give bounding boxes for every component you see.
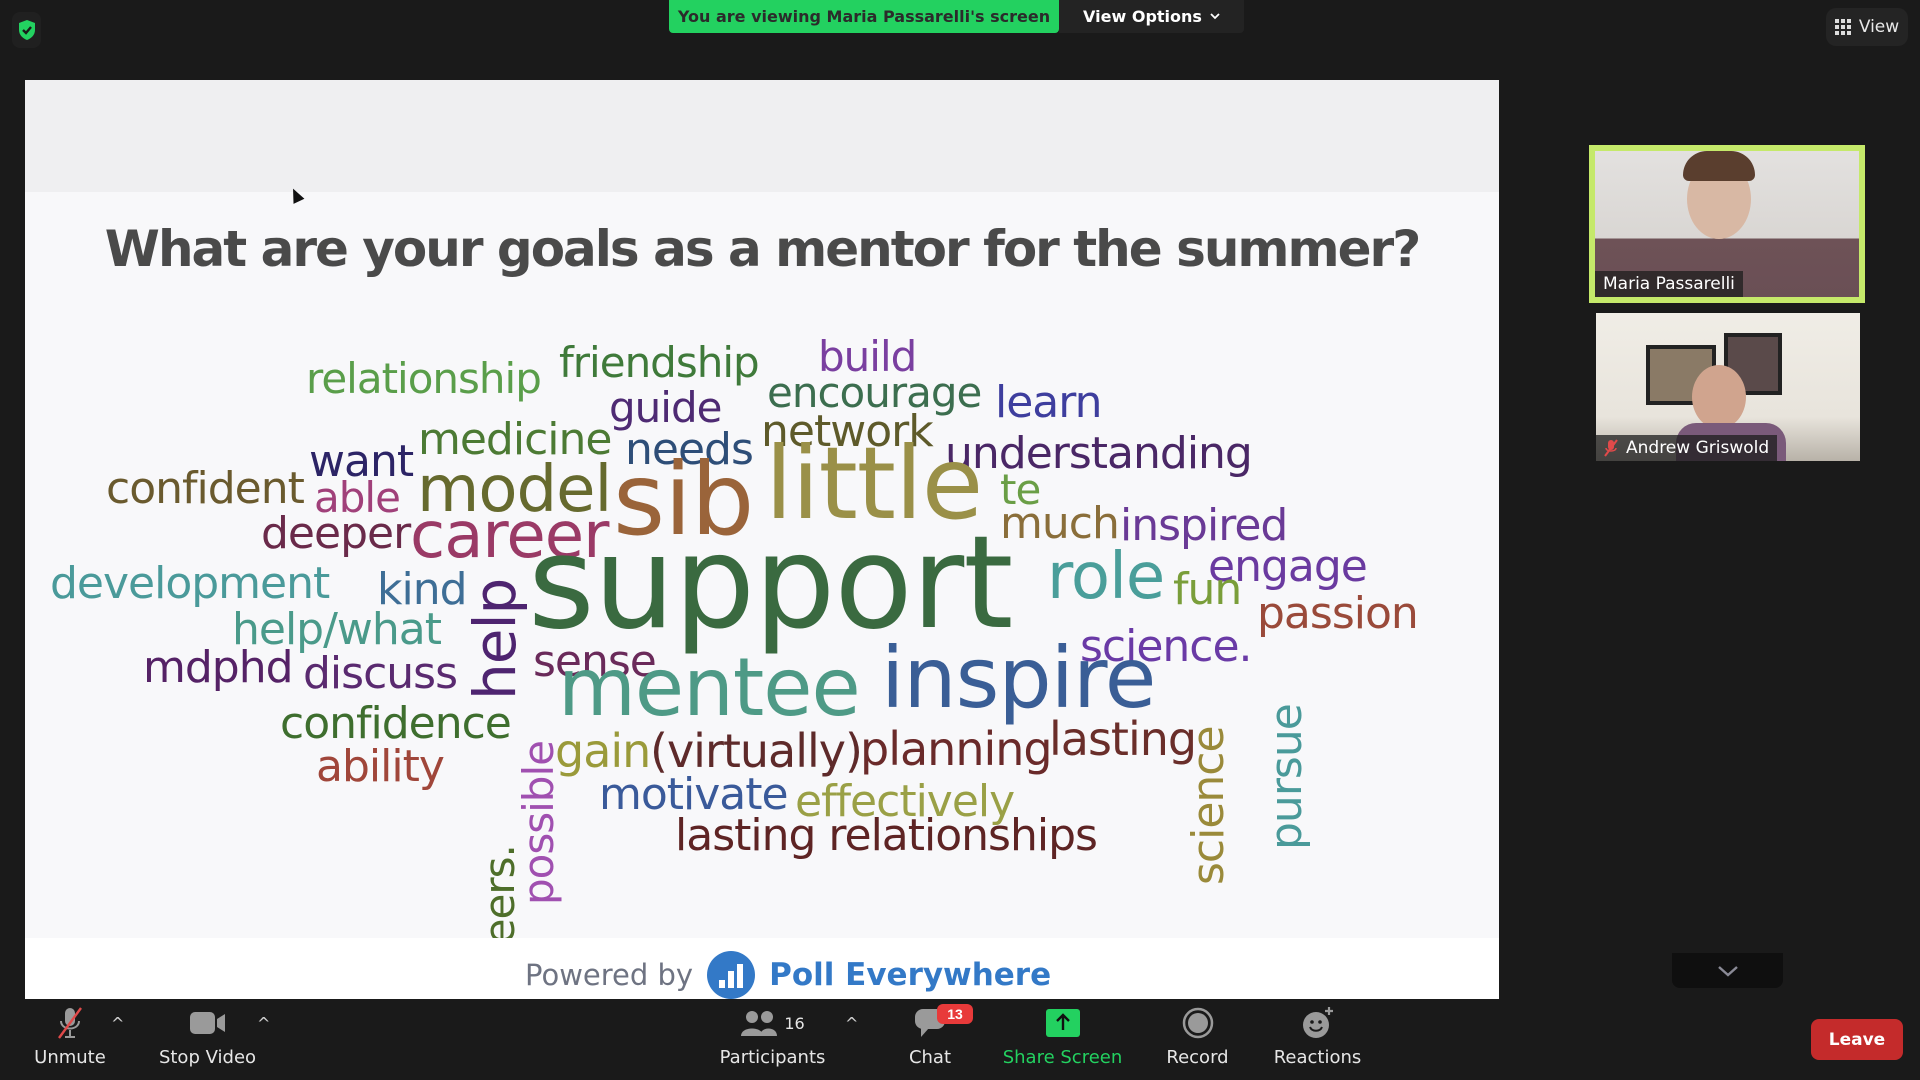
chat-unread-badge: 13 — [937, 1004, 973, 1024]
unmute-label: Unmute — [34, 1047, 106, 1068]
record-icon — [1182, 1007, 1213, 1039]
chat-label: Chat — [908, 1047, 952, 1068]
share-screen-button[interactable]: Share Screen — [1000, 1005, 1125, 1080]
word-cloud-word: confident — [106, 463, 305, 514]
video-tile-andrew-griswold[interactable]: Andrew Griswold — [1596, 313, 1860, 461]
word-cloud-word: (virtually) — [650, 724, 863, 778]
participants-icon — [741, 1011, 778, 1036]
word-cloud-word: pursue — [1261, 704, 1312, 850]
participants-label: Participants — [719, 1047, 826, 1068]
powered-by-label: Powered by — [525, 958, 694, 992]
word-cloud-word: help — [461, 578, 529, 700]
word-cloud-word: inspire — [881, 629, 1156, 727]
poll-everywhere-branding: Powered by Poll Everywhere — [525, 950, 1051, 999]
grid-icon — [1834, 19, 1851, 35]
stop-video-button[interactable]: Stop Video — [155, 1005, 260, 1080]
word-cloud-word: ability — [316, 741, 445, 792]
brand-name: Poll Everywhere — [769, 957, 1052, 993]
word-cloud-word: passion — [1257, 588, 1419, 639]
reactions-label: Reactions — [1273, 1047, 1362, 1068]
word-cloud-word: gain — [555, 724, 651, 778]
word-cloud-word: development — [50, 558, 330, 609]
unmute-button[interactable]: Unmute — [30, 1005, 110, 1080]
word-cloud-word: fun — [1173, 564, 1242, 615]
poll-everywhere-logo-icon — [707, 951, 756, 999]
word-cloud-word: lasting relationships — [675, 810, 1098, 861]
participants-count: 16 — [784, 1013, 805, 1033]
share-screen-label: Share Screen — [1002, 1047, 1123, 1068]
word-cloud-word: friendship — [559, 338, 760, 387]
audio-options-caret[interactable]: ^ — [111, 1014, 124, 1033]
word-cloud-word: deeper — [261, 508, 411, 559]
word-cloud-word: learn — [995, 377, 1102, 428]
view-layout-button[interactable]: View — [1826, 8, 1908, 46]
participant-name-label: Maria Passarelli — [1595, 271, 1743, 297]
word-cloud-word: lasting — [1049, 712, 1197, 766]
participant-video-feed — [1692, 365, 1746, 429]
poll-question-title: What are your goals as a mentor for the … — [104, 220, 1421, 278]
shared-screen-slide: What are your goals as a mentor for the … — [25, 80, 1499, 999]
participants-button[interactable]: 16 Participants — [720, 1005, 825, 1080]
stop-video-label: Stop Video — [158, 1047, 257, 1068]
view-options-button[interactable]: View Options — [1059, 0, 1244, 33]
reactions-smiley-icon — [1302, 1007, 1333, 1038]
muted-mic-icon — [1604, 439, 1618, 457]
word-cloud-word: relationship — [306, 354, 542, 403]
participants-options-caret[interactable]: ^ — [845, 1014, 858, 1033]
word-cloud-word: mentee — [558, 641, 861, 734]
record-button[interactable]: Record — [1160, 1005, 1235, 1080]
participant-hair — [1683, 151, 1755, 181]
scroll-down-participants-button[interactable] — [1672, 953, 1783, 988]
word-cloud-word: guide — [609, 383, 722, 432]
view-label: View — [1858, 17, 1900, 37]
word-cloud-word: understanding — [945, 428, 1253, 479]
word-cloud-word: discuss — [303, 648, 458, 699]
reactions-button[interactable]: Reactions — [1270, 1005, 1365, 1080]
word-cloud-word: planning — [860, 722, 1053, 776]
word-cloud-word: mdphd — [143, 642, 294, 693]
view-options-label: View Options — [1083, 7, 1202, 26]
chevron-down-icon — [1210, 13, 1220, 20]
word-cloud-word: possible — [514, 741, 563, 905]
record-label: Record — [1166, 1047, 1229, 1068]
share-screen-arrow-icon — [1045, 1009, 1080, 1037]
leave-meeting-button[interactable]: Leave — [1811, 1019, 1903, 1060]
video-tile-maria-passarelli[interactable]: Maria Passarelli — [1595, 151, 1859, 297]
word-cloud-word: confidence — [280, 698, 512, 749]
muted-microphone-icon — [58, 1007, 82, 1039]
participant-name-label: Andrew Griswold — [1596, 435, 1778, 461]
slide-header-band — [25, 80, 1499, 192]
chevron-down-icon — [1717, 965, 1738, 977]
shield-check-icon — [18, 20, 35, 40]
word-cloud-word: role — [1047, 540, 1165, 614]
video-camera-icon — [189, 1012, 225, 1034]
security-shield-button[interactable] — [12, 12, 41, 48]
video-options-caret[interactable]: ^ — [257, 1014, 270, 1033]
viewing-screen-banner: You are viewing Maria Passarelli's scree… — [669, 0, 1059, 33]
